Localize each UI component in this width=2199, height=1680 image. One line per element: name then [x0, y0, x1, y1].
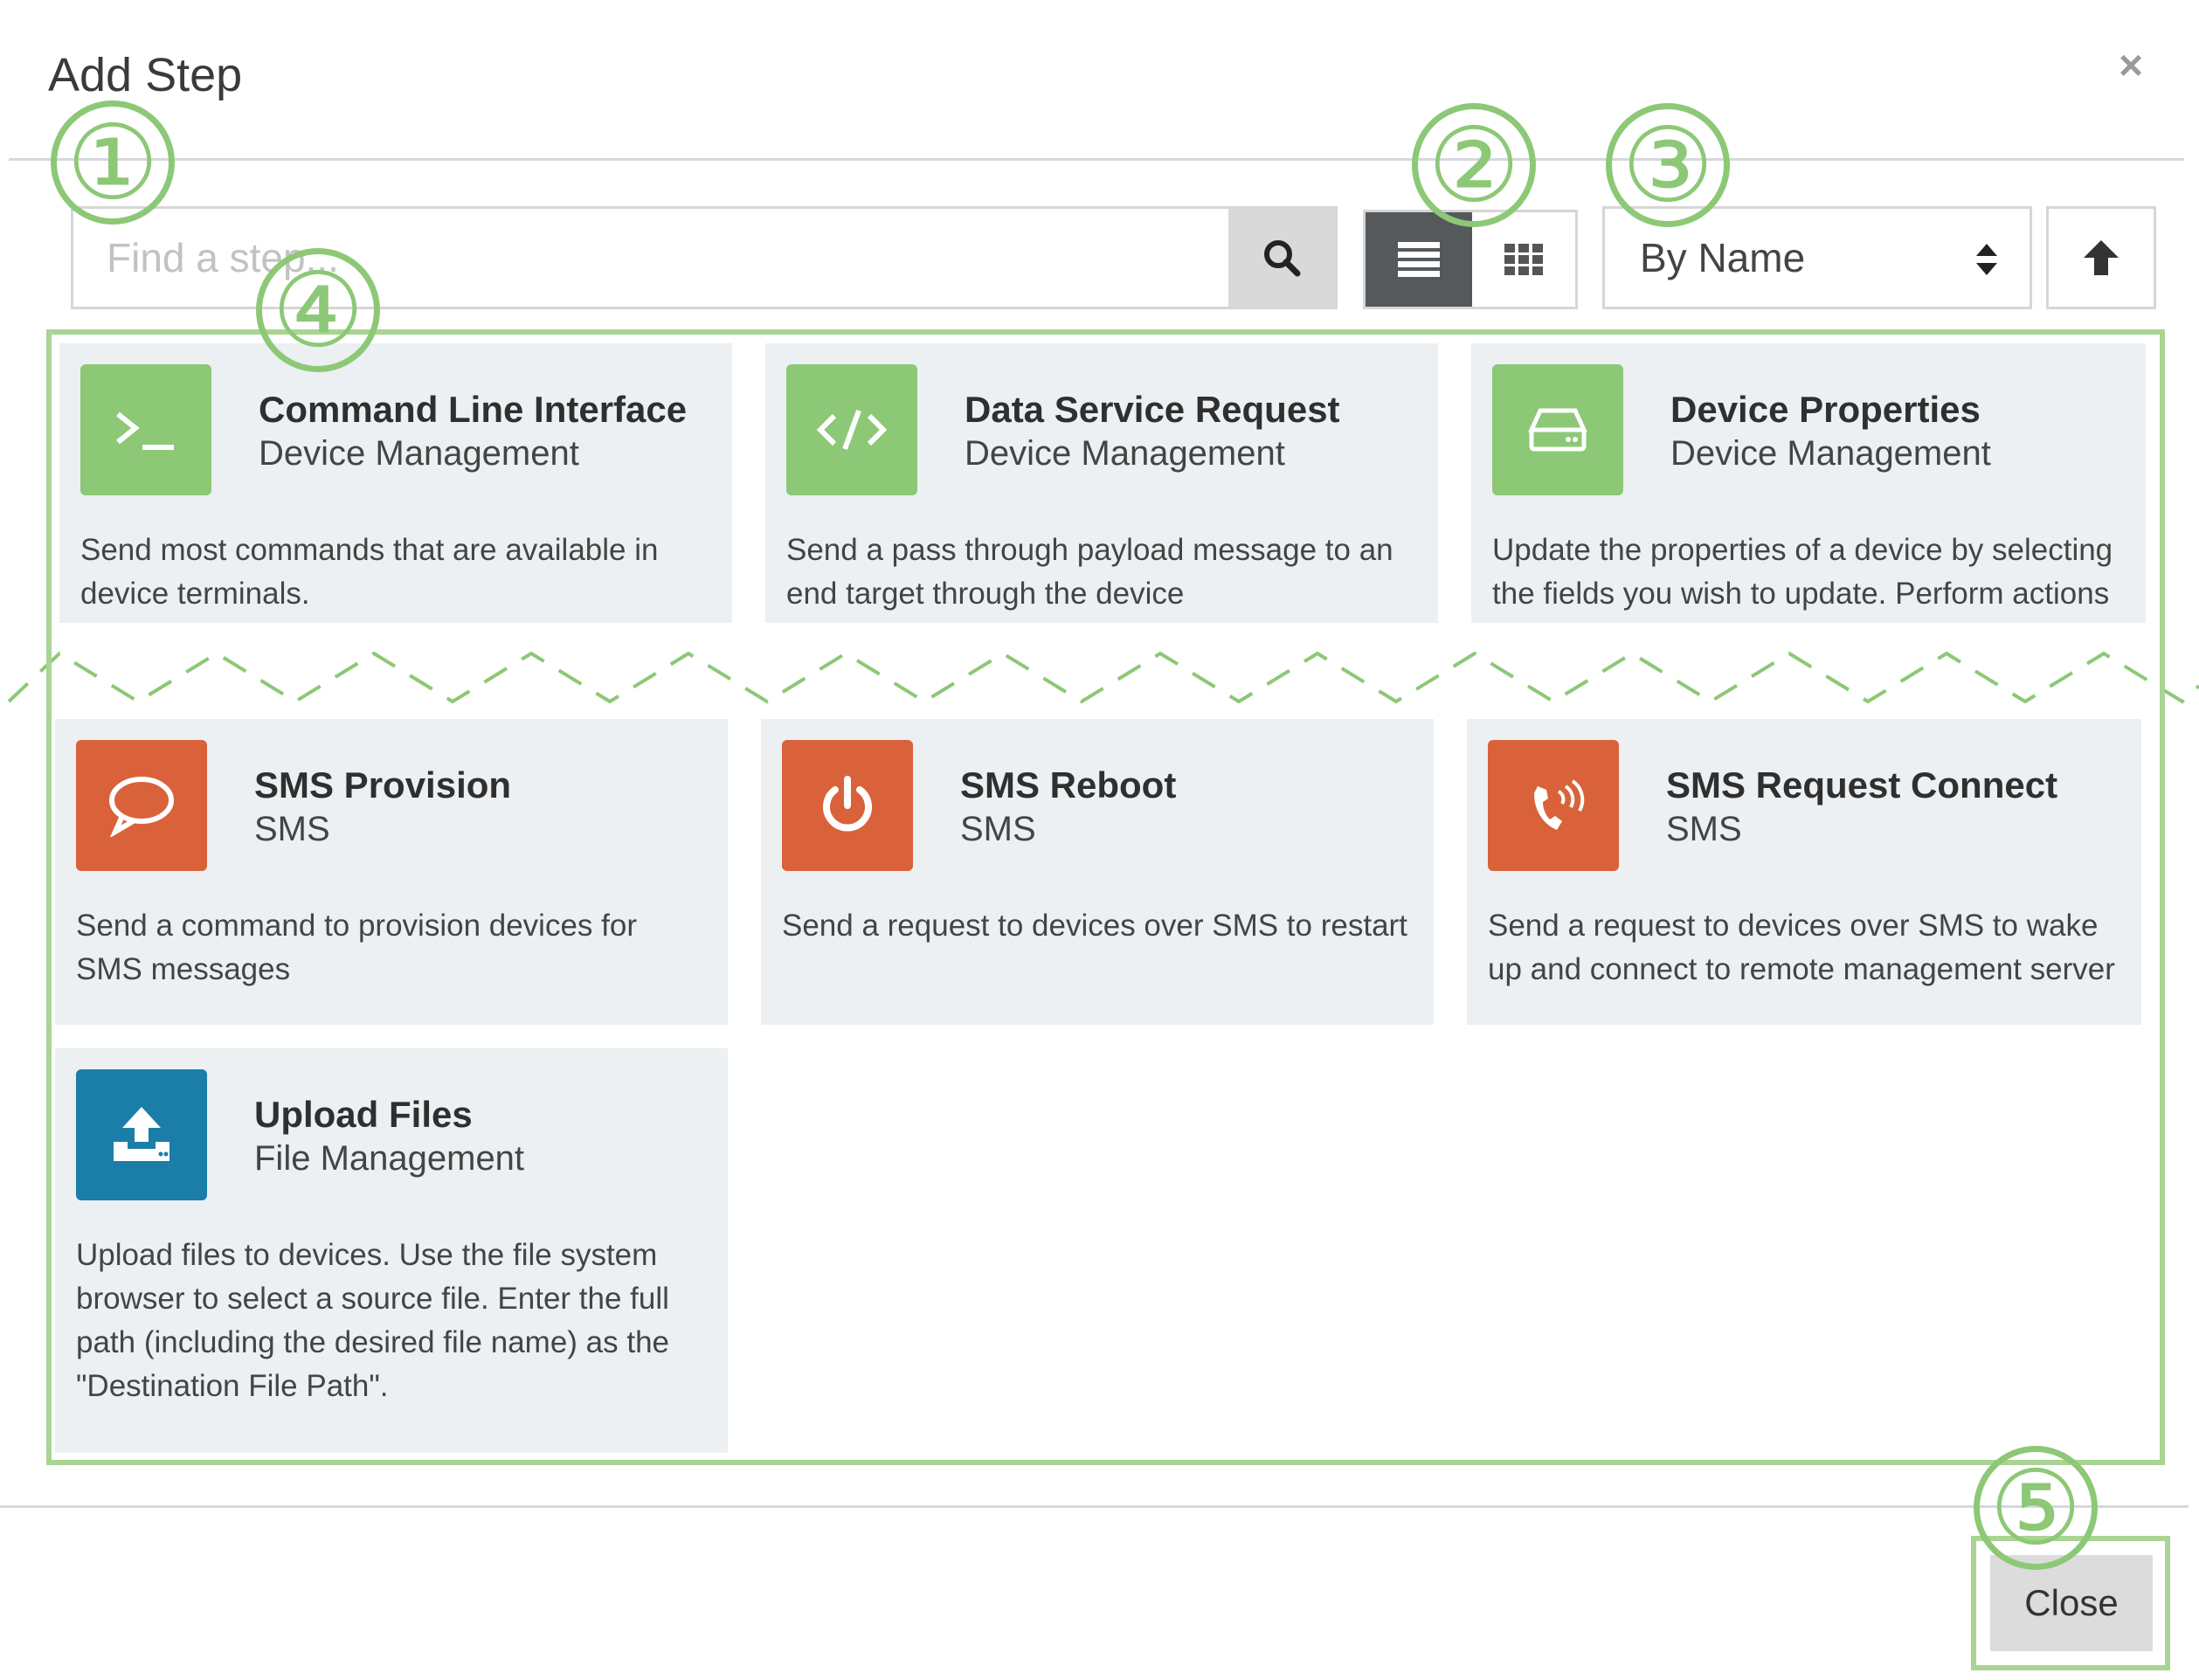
list-view-button[interactable] — [1366, 212, 1472, 307]
annotation-marker-5: ⑤ — [1974, 1446, 2098, 1570]
sort-direction-button[interactable] — [2046, 206, 2156, 309]
arrow-up-icon — [2084, 240, 2119, 275]
list-icon — [1398, 242, 1440, 277]
grid-view-button[interactable] — [1472, 212, 1575, 307]
header-divider — [9, 158, 2184, 161]
annotation-marker-3: ③ — [1606, 103, 1730, 227]
search-icon — [1264, 240, 1301, 277]
dialog-title: Add Step — [48, 49, 243, 101]
annotation-highlight-step-list — [46, 329, 2165, 1465]
sort-caret-icon — [1976, 244, 1997, 275]
annotation-marker-4: ④ — [256, 248, 380, 372]
search-input[interactable] — [73, 209, 1228, 307]
grid-icon — [1504, 244, 1543, 275]
search-button[interactable] — [1228, 209, 1335, 307]
footer-divider — [0, 1505, 2189, 1508]
annotation-marker-1: ① — [51, 100, 175, 225]
sort-selected-label: By Name — [1640, 235, 1806, 280]
annotation-marker-2: ② — [1412, 103, 1536, 227]
close-icon[interactable]: × — [2119, 45, 2143, 87]
